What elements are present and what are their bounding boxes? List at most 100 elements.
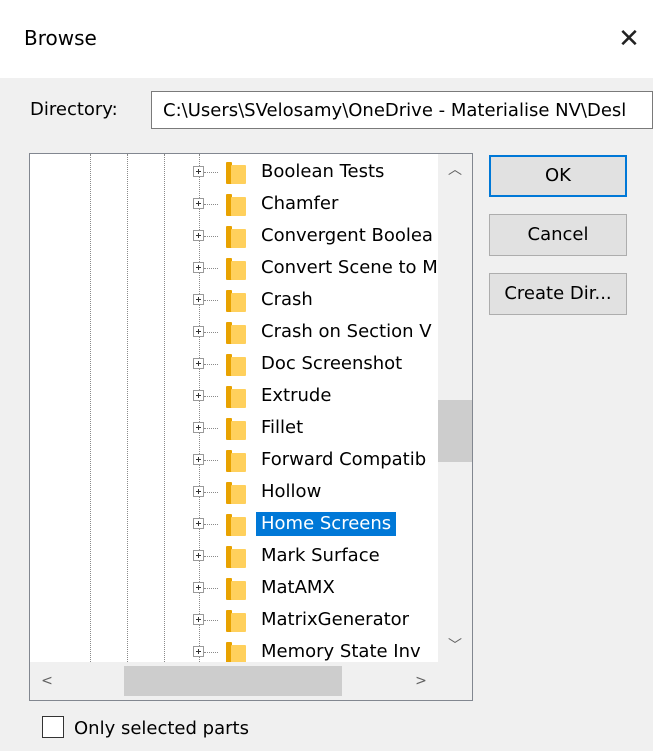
tree-connector	[204, 524, 218, 525]
tree-item[interactable]: Boolean Tests	[30, 156, 440, 188]
folder-icon	[226, 354, 246, 376]
tree-item[interactable]: Mark Surface	[30, 540, 440, 572]
tree-connector	[204, 204, 218, 205]
tree-item-label[interactable]: MatrixGenerator	[256, 608, 414, 632]
tree-item-label[interactable]: Convergent Boolea	[256, 224, 438, 248]
tree-item-label[interactable]: Doc Screenshot	[256, 352, 407, 376]
tree-item[interactable]: Extrude	[30, 380, 440, 412]
tree-item[interactable]: Forward Compatib	[30, 444, 440, 476]
folder-icon	[226, 258, 246, 280]
expand-plus-icon[interactable]	[193, 166, 204, 177]
folder-icon	[226, 226, 246, 248]
scrollbar-corner	[438, 662, 472, 700]
directory-field[interactable]: C:\Users\SVelosamy\OneDrive - Materialis…	[151, 91, 653, 129]
folder-icon	[226, 322, 246, 344]
folder-icon	[226, 578, 246, 600]
only-selected-checkbox[interactable]	[42, 716, 64, 738]
tree-connector	[204, 428, 218, 429]
folder-icon	[226, 418, 246, 440]
expand-plus-icon[interactable]	[193, 358, 204, 369]
directory-label: Directory:	[30, 99, 118, 120]
tree-connector	[204, 300, 218, 301]
tree-item[interactable]: MatrixGenerator	[30, 604, 440, 636]
tree-item-label[interactable]: Mark Surface	[256, 544, 385, 568]
tree-item[interactable]: Convert Scene to M	[30, 252, 440, 284]
tree-item-label[interactable]: Chamfer	[256, 192, 343, 216]
cancel-button[interactable]: Cancel	[489, 214, 627, 256]
close-icon[interactable]: ✕	[614, 24, 644, 54]
folder-icon	[226, 194, 246, 216]
expand-plus-icon[interactable]	[193, 230, 204, 241]
tree-item-label[interactable]: Memory State Inv	[256, 640, 426, 664]
tree-connector	[204, 620, 218, 621]
vertical-scroll-thumb[interactable]	[438, 400, 472, 462]
expand-plus-icon[interactable]	[193, 454, 204, 465]
only-selected-label[interactable]: Only selected parts	[74, 718, 249, 739]
expand-plus-icon[interactable]	[193, 646, 204, 657]
tree-item[interactable]: Hollow	[30, 476, 440, 508]
expand-plus-icon[interactable]	[193, 326, 204, 337]
tree-item-label[interactable]: Home Screens	[256, 512, 397, 536]
expand-plus-icon[interactable]	[193, 518, 204, 529]
tree-item[interactable]: Home Screens	[30, 508, 440, 540]
tree-connector	[204, 268, 218, 269]
expand-plus-icon[interactable]	[193, 614, 204, 625]
tree-item-label[interactable]: Hollow	[256, 480, 326, 504]
folder-icon	[226, 162, 246, 184]
tree-item-label[interactable]: Extrude	[256, 384, 336, 408]
scroll-right-icon[interactable]: >	[404, 662, 438, 700]
tree-item-label[interactable]: Crash	[256, 288, 318, 312]
tree-connector	[204, 332, 218, 333]
tree-item[interactable]: MatAMX	[30, 572, 440, 604]
ok-button[interactable]: OK	[489, 155, 627, 197]
scroll-left-icon[interactable]: <	[30, 662, 64, 700]
tree-item[interactable]: Doc Screenshot	[30, 348, 440, 380]
expand-plus-icon[interactable]	[193, 486, 204, 497]
tree-item[interactable]: Crash on Section V	[30, 316, 440, 348]
tree-item-label[interactable]: Boolean Tests	[256, 160, 389, 184]
horizontal-scroll-thumb[interactable]	[124, 666, 342, 696]
tree-connector	[204, 588, 218, 589]
expand-plus-icon[interactable]	[193, 294, 204, 305]
tree-connector	[204, 396, 218, 397]
folder-icon	[226, 642, 246, 664]
folder-icon	[226, 482, 246, 504]
window-title: Browse	[24, 26, 97, 50]
tree-item[interactable]: Convergent Boolea	[30, 220, 440, 252]
folder-icon	[226, 386, 246, 408]
tree-item[interactable]: Fillet	[30, 412, 440, 444]
tree-connector	[204, 172, 218, 173]
expand-plus-icon[interactable]	[193, 582, 204, 593]
folder-tree[interactable]: Boolean Tests Chamfer Convergent Boolea Con…	[29, 153, 473, 701]
tree-item-label[interactable]: Convert Scene to M	[256, 256, 443, 280]
tree-item[interactable]: Chamfer	[30, 188, 440, 220]
tree-item-label[interactable]: Crash on Section V	[256, 320, 437, 344]
folder-icon	[226, 610, 246, 632]
directory-path: C:\Users\SVelosamy\OneDrive - Materialis…	[163, 100, 627, 121]
expand-plus-icon[interactable]	[193, 422, 204, 433]
folder-icon	[226, 514, 246, 536]
expand-plus-icon[interactable]	[193, 390, 204, 401]
tree-connector	[204, 652, 218, 653]
create-dir-button[interactable]: Create Dir...	[489, 273, 627, 315]
folder-icon	[226, 450, 246, 472]
title-bar: Browse ✕	[0, 0, 653, 78]
tree-connector	[204, 364, 218, 365]
expand-plus-icon[interactable]	[193, 550, 204, 561]
tree-connector	[204, 236, 218, 237]
folder-icon	[226, 290, 246, 312]
horizontal-scrollbar[interactable]: < >	[30, 662, 438, 700]
tree-connector	[204, 556, 218, 557]
vertical-scrollbar[interactable]: ︿ ﹀	[438, 154, 472, 662]
scroll-up-icon[interactable]: ︿	[438, 154, 472, 186]
tree-item-label[interactable]: Fillet	[256, 416, 308, 440]
tree-item[interactable]: Crash	[30, 284, 440, 316]
expand-plus-icon[interactable]	[193, 262, 204, 273]
tree-connector	[204, 460, 218, 461]
expand-plus-icon[interactable]	[193, 198, 204, 209]
tree-item-label[interactable]: Forward Compatib	[256, 448, 431, 472]
scroll-down-icon[interactable]: ﹀	[438, 630, 472, 662]
folder-icon	[226, 546, 246, 568]
tree-item-label[interactable]: MatAMX	[256, 576, 340, 600]
tree-connector	[204, 492, 218, 493]
